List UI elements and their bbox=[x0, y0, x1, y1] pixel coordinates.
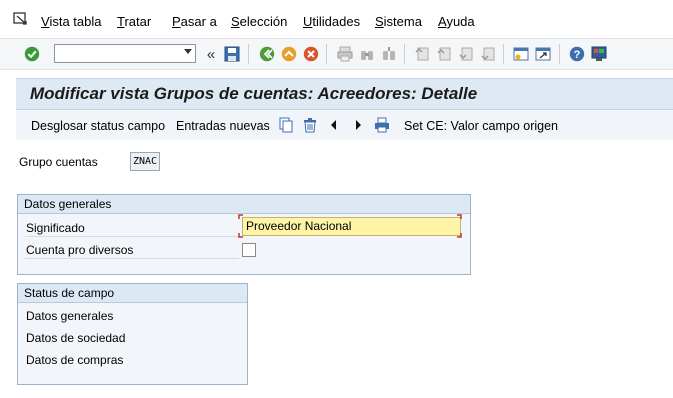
menu-sistema[interactable]: Sistema bbox=[375, 14, 422, 29]
status-item-datos-de-compras[interactable]: Datos de compras bbox=[26, 353, 123, 367]
last-page-icon[interactable] bbox=[479, 45, 497, 63]
cuenta-pro-diversos-label: Cuenta pro diversos bbox=[26, 243, 134, 257]
standard-toolbar: « ? bbox=[0, 38, 673, 70]
print-icon[interactable] bbox=[336, 45, 354, 63]
page-title: Modificar vista Grupos de cuentas: Acree… bbox=[30, 84, 478, 103]
grupo-cuentas-value: ZNAC bbox=[130, 152, 161, 171]
cuenta-pro-diversos-checkbox[interactable] bbox=[242, 243, 256, 257]
find-next-icon[interactable] bbox=[380, 45, 398, 63]
grupo-cuentas-label: Grupo cuentas bbox=[19, 155, 98, 169]
next-page-icon[interactable] bbox=[457, 45, 475, 63]
delete-icon[interactable] bbox=[302, 117, 318, 133]
svg-text:?: ? bbox=[574, 49, 581, 61]
significado-label: Significado bbox=[26, 221, 85, 235]
save-icon[interactable] bbox=[223, 45, 241, 63]
next-entry-icon[interactable] bbox=[350, 117, 366, 133]
first-page-icon[interactable] bbox=[413, 45, 431, 63]
cancel-icon[interactable] bbox=[302, 45, 320, 63]
shortcut-icon[interactable] bbox=[534, 45, 552, 63]
toolbar-separator bbox=[559, 44, 560, 64]
customize-layout-icon[interactable] bbox=[590, 45, 608, 63]
status-item-datos-generales[interactable]: Datos generales bbox=[26, 309, 113, 323]
toolbar-separator bbox=[326, 44, 327, 64]
copy-icon[interactable] bbox=[278, 117, 294, 133]
menu-utilidades[interactable]: Utilidades bbox=[303, 14, 360, 29]
row-divider bbox=[25, 236, 239, 237]
title-bar: Modificar vista Grupos de cuentas: Acree… bbox=[16, 78, 673, 110]
datos-generales-group: Datos generales Significado Proveedor Na… bbox=[17, 194, 471, 275]
set-ce-valor-campo-origen-button[interactable]: Set CE: Valor campo origen bbox=[404, 119, 558, 133]
application-toolbar: Desglosar status campo Entradas nuevas S… bbox=[16, 110, 673, 140]
toolbar-separator bbox=[248, 44, 249, 64]
toolbar-separator bbox=[404, 44, 405, 64]
previous-page-icon[interactable] bbox=[435, 45, 453, 63]
menu-pasar-a[interactable]: Pasar a bbox=[172, 14, 217, 29]
back-arrows-icon[interactable]: « bbox=[202, 45, 220, 63]
help-icon[interactable]: ? bbox=[568, 45, 586, 63]
entradas-nuevas-button[interactable]: Entradas nuevas bbox=[176, 119, 270, 133]
previous-entry-icon[interactable] bbox=[326, 117, 342, 133]
menu-icon[interactable] bbox=[13, 12, 29, 26]
row-divider bbox=[25, 258, 239, 259]
field-focus-corners bbox=[238, 214, 462, 238]
menu-vista-tabla[interactable]: Vista tabla bbox=[41, 14, 101, 29]
menu-ayuda[interactable]: Ayuda bbox=[438, 14, 475, 29]
menu-seleccion[interactable]: Selección bbox=[231, 14, 287, 29]
exit-icon[interactable] bbox=[280, 45, 298, 63]
enter-icon[interactable] bbox=[23, 45, 41, 63]
print-icon[interactable] bbox=[374, 117, 390, 133]
toolbar-separator bbox=[503, 44, 504, 64]
status-item-datos-de-sociedad[interactable]: Datos de sociedad bbox=[26, 331, 125, 345]
status-de-campo-title: Status de campo bbox=[18, 284, 247, 303]
find-icon[interactable] bbox=[358, 45, 376, 63]
status-de-campo-group: Status de campo Datos generales Datos de… bbox=[17, 283, 248, 385]
command-field[interactable] bbox=[54, 44, 196, 63]
datos-generales-title: Datos generales bbox=[18, 195, 470, 214]
chevron-down-icon[interactable] bbox=[184, 49, 192, 54]
back-icon[interactable] bbox=[258, 45, 276, 63]
menu-bar: Vista tabla Tratar Pasar a Selección Uti… bbox=[0, 0, 673, 38]
create-session-icon[interactable] bbox=[512, 45, 530, 63]
menu-tratar[interactable]: Tratar bbox=[117, 14, 151, 29]
desglosar-status-campo-button[interactable]: Desglosar status campo bbox=[31, 119, 165, 133]
